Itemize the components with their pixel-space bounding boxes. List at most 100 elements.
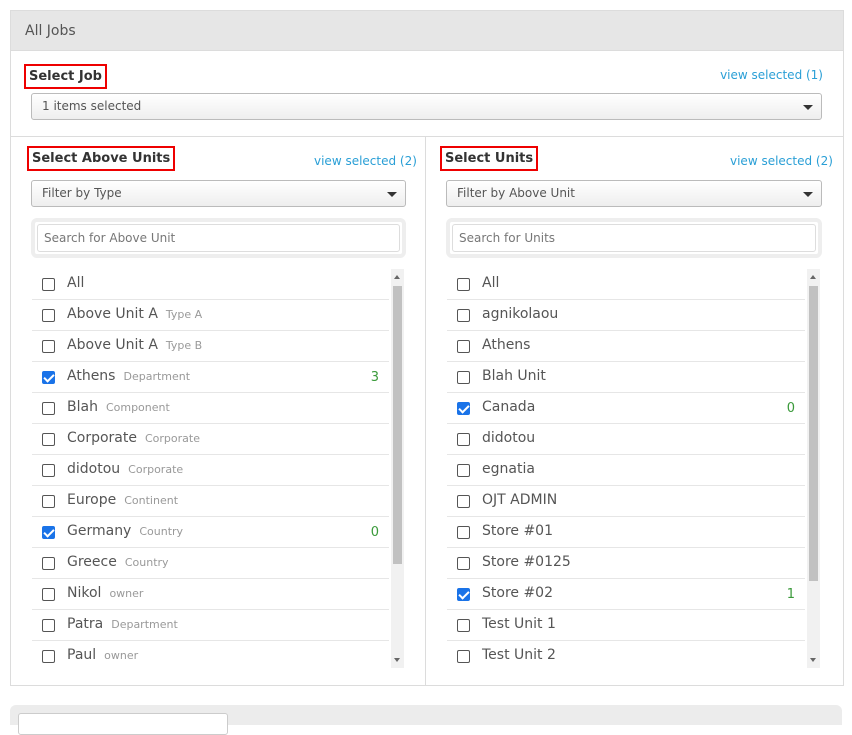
checkbox[interactable]	[457, 619, 470, 632]
list-item-type: Country	[139, 525, 184, 538]
checkbox[interactable]	[457, 309, 470, 322]
checkbox[interactable]	[42, 588, 55, 601]
list-item-name: Store #02	[482, 585, 553, 601]
list-item-name: Blah Unit	[482, 368, 546, 384]
scroll-up-icon[interactable]	[810, 275, 816, 279]
list-item-name: Athens	[482, 337, 531, 353]
above-units-search-input[interactable]: Search for Above Unit	[37, 224, 400, 252]
scroll-down-icon[interactable]	[394, 658, 400, 662]
filter-by-above-unit-dropdown[interactable]: Filter by Above Unit	[446, 180, 822, 207]
checkbox[interactable]	[42, 619, 55, 632]
units-scrollbar[interactable]	[807, 269, 820, 668]
checkbox[interactable]	[457, 278, 470, 291]
list-item-text: Germany Country	[67, 523, 183, 539]
column-divider	[425, 137, 426, 685]
above-units-view-selected-link[interactable]: view selected (2)	[314, 154, 417, 168]
units-search-input[interactable]: Search for Units	[452, 224, 816, 252]
list-item-name: Test Unit 2	[482, 647, 556, 663]
checkbox[interactable]	[42, 371, 55, 384]
list-item[interactable]: Test Unit 1	[447, 610, 805, 641]
scroll-up-icon[interactable]	[394, 275, 400, 279]
list-item[interactable]: Store #01	[447, 517, 805, 548]
list-item-type: Corporate	[145, 432, 200, 445]
next-panel-header	[10, 705, 842, 735]
list-item-name: Test Unit 1	[482, 616, 556, 632]
checkbox[interactable]	[457, 526, 470, 539]
list-item[interactable]: Test Unit 2	[447, 641, 805, 668]
checkbox[interactable]	[42, 433, 55, 446]
list-item-name: Corporate	[67, 430, 137, 446]
list-item[interactable]: Greece Country	[32, 548, 389, 579]
list-item[interactable]: Nikol owner	[32, 579, 389, 610]
list-item-name: didotou	[482, 430, 536, 446]
checkbox[interactable]	[42, 278, 55, 291]
job-view-selected-link[interactable]: view selected (1)	[720, 68, 823, 82]
list-item[interactable]: Corporate Corporate	[32, 424, 389, 455]
list-item[interactable]: Canada 0	[447, 393, 805, 424]
list-item[interactable]: agnikolaou	[447, 300, 805, 331]
checkbox[interactable]	[42, 526, 55, 539]
list-item[interactable]: Patra Department	[32, 610, 389, 641]
checkbox[interactable]	[457, 402, 470, 415]
list-item-text: Europe Continent	[67, 492, 178, 508]
job-dropdown[interactable]: 1 items selected	[31, 93, 822, 120]
units-view-selected-link[interactable]: view selected (2)	[730, 154, 833, 168]
checkbox[interactable]	[457, 433, 470, 446]
list-item[interactable]: didotou Corporate	[32, 455, 389, 486]
select-above-units-label: Select Above Units	[27, 146, 176, 171]
scrollbar-thumb[interactable]	[393, 286, 402, 564]
list-item-text: didotou Corporate	[67, 461, 183, 477]
list-item[interactable]: Above Unit A Type B	[32, 331, 389, 362]
checkbox[interactable]	[457, 588, 470, 601]
filter-by-type-dropdown[interactable]: Filter by Type	[31, 180, 406, 207]
chevron-down-icon	[387, 192, 397, 197]
list-item[interactable]: Store #02 1	[447, 579, 805, 610]
checkbox[interactable]	[42, 464, 55, 477]
list-item-name: didotou	[67, 461, 121, 477]
list-item[interactable]: Above Unit A Type A	[32, 300, 389, 331]
checkbox[interactable]	[457, 557, 470, 570]
checkbox[interactable]	[42, 402, 55, 415]
list-item[interactable]: OJT ADMIN	[447, 486, 805, 517]
checkbox[interactable]	[457, 464, 470, 477]
list-item[interactable]: egnatia	[447, 455, 805, 486]
list-item[interactable]: Germany Country 0	[32, 517, 389, 548]
list-item-type: Corporate	[128, 463, 184, 476]
checkbox[interactable]	[42, 495, 55, 508]
list-item[interactable]: Athens Department 3	[32, 362, 389, 393]
units-search-wrap: Search for Units	[446, 218, 822, 258]
checkbox[interactable]	[457, 371, 470, 384]
checkbox[interactable]	[457, 340, 470, 353]
checkbox[interactable]	[42, 650, 55, 663]
list-item[interactable]: Blah Component	[32, 393, 389, 424]
scroll-down-icon[interactable]	[810, 658, 816, 662]
next-panel-control[interactable]	[18, 713, 228, 735]
list-item-type: Continent	[124, 494, 179, 507]
list-item[interactable]: Store #0125	[447, 548, 805, 579]
selection-count: 0	[786, 401, 795, 416]
list-item-text: Patra Department	[67, 616, 178, 632]
list-item-name: All	[67, 275, 85, 291]
list-item-text: Paul owner	[67, 647, 138, 663]
list-item[interactable]: Athens	[447, 331, 805, 362]
chevron-down-icon	[803, 192, 813, 197]
scrollbar-thumb[interactable]	[809, 286, 818, 581]
checkbox[interactable]	[42, 309, 55, 322]
checkbox[interactable]	[42, 557, 55, 570]
checkbox[interactable]	[457, 650, 470, 663]
list-item[interactable]: didotou	[447, 424, 805, 455]
list-item[interactable]: Paul owner	[32, 641, 389, 668]
chevron-down-icon	[803, 105, 813, 110]
list-item[interactable]: Europe Continent	[32, 486, 389, 517]
select-job-label: Select Job	[24, 64, 107, 89]
checkbox[interactable]	[457, 495, 470, 508]
select-units-label: Select Units	[440, 146, 539, 171]
checkbox[interactable]	[42, 340, 55, 353]
list-item[interactable]: All	[32, 269, 389, 300]
list-item-type: Type B	[165, 339, 203, 352]
units-list: All agnikolaou Athens Blah Unit Canada 0 didot…	[447, 269, 805, 668]
above-units-scrollbar[interactable]	[391, 269, 404, 668]
list-item-name: agnikolaou	[482, 306, 559, 322]
list-item[interactable]: All	[447, 269, 805, 300]
list-item[interactable]: Blah Unit	[447, 362, 805, 393]
